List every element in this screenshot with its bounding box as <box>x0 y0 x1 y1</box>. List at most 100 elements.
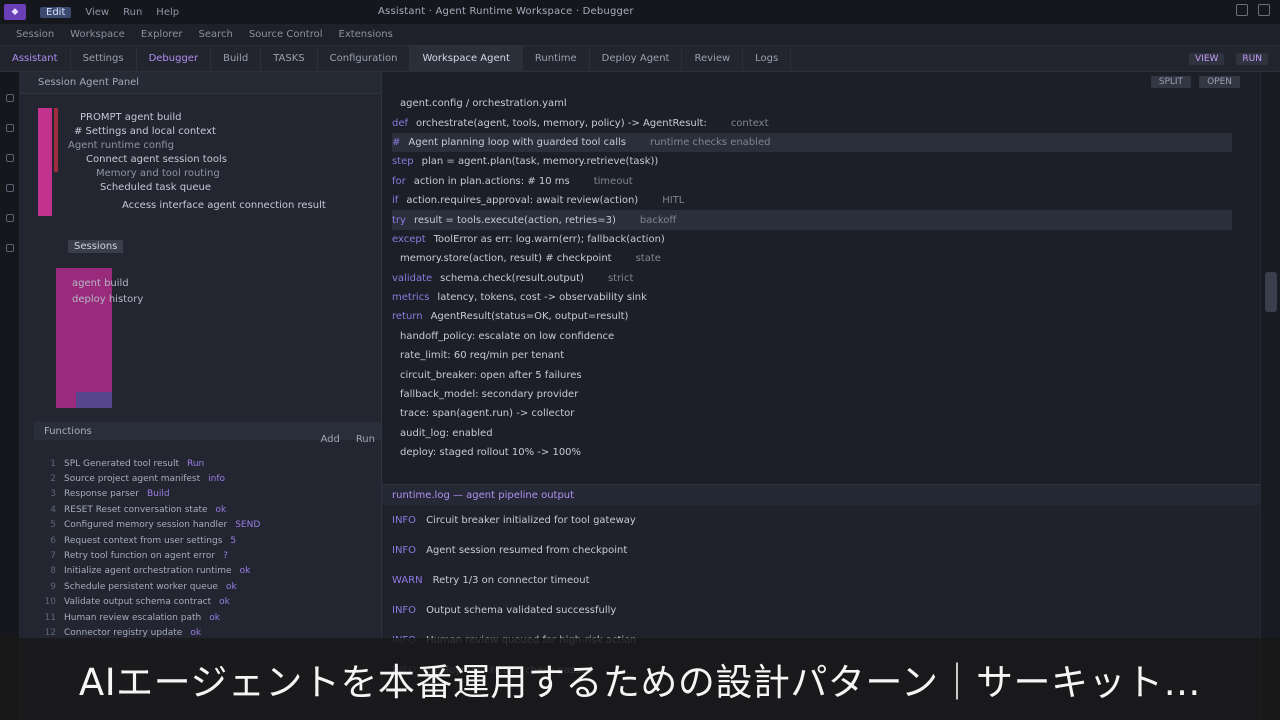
code-text: rate_limit: 60 req/min per tenant <box>400 350 565 362</box>
view-chip[interactable]: VIEW <box>1189 53 1225 65</box>
list-item[interactable]: 3 Response parser Build <box>34 487 378 502</box>
tab-10[interactable]: Logs <box>743 45 792 72</box>
minimize-icon[interactable] <box>1236 4 1248 16</box>
menu-edit[interactable]: Edit <box>40 6 72 18</box>
line-number: 5 <box>50 520 56 531</box>
code-line: fallback_model: secondary provider <box>392 385 1232 404</box>
code-block: PROMPT agent build # Settings and local … <box>38 108 381 216</box>
code-comment: backoff <box>639 214 677 226</box>
list-item[interactable]: 8 Initialize agent orchestration runtime o… <box>34 564 378 579</box>
keyword: def <box>392 117 409 129</box>
log-text: Output schema validated successfully <box>426 604 617 616</box>
function-list: 1 SPL Generated tool result Run 2 Source pro… <box>34 456 378 641</box>
tab-3[interactable]: Build <box>211 45 262 72</box>
list-item[interactable]: 2 Source project agent manifest info <box>34 471 378 486</box>
menu-help[interactable]: Help <box>156 7 179 18</box>
code-line: circuit_breaker: open after 5 failures <box>392 365 1232 384</box>
code-text: AgentResult(status=OK, output=result) <box>430 311 629 323</box>
search-icon[interactable] <box>5 124 14 132</box>
code-line: step plan = agent.plan(task, memory.retri… <box>392 152 1232 171</box>
tab-6[interactable]: Workspace Agent <box>410 45 523 72</box>
scroll-thumb[interactable] <box>1265 272 1277 312</box>
code-text: action in plan.actions: # 10 ms <box>413 175 570 187</box>
list-item-text: Validate output schema contract <box>64 597 212 608</box>
keyword: metrics <box>392 292 430 304</box>
code-text: deploy: staged rollout 10% -> 100% <box>400 447 582 459</box>
scrollbar[interactable] <box>1260 72 1280 720</box>
code-text: memory.store(action, result) # checkpoin… <box>400 253 612 265</box>
list-item-text: Connector registry update <box>64 627 183 638</box>
list-item[interactable]: 9 Schedule persistent worker queue ok <box>34 579 378 594</box>
toolbar-item[interactable]: Explorer <box>141 29 183 40</box>
line-number: 9 <box>50 581 56 592</box>
list-item[interactable]: 11 Human review escalation path ok <box>34 610 378 625</box>
run-chip[interactable]: RUN <box>1236 53 1268 65</box>
log-text: Retry 1/3 on connector timeout <box>432 574 590 586</box>
extensions-icon[interactable] <box>5 214 14 222</box>
code-text: trace: span(agent.run) -> collector <box>400 408 575 420</box>
code-line: except ToolError as err: log.warn(err); f… <box>392 230 1232 249</box>
tab-7[interactable]: Runtime <box>523 45 590 72</box>
tab-8[interactable]: Deploy Agent <box>590 45 683 72</box>
close-icon[interactable] <box>1258 4 1270 16</box>
keyword: return <box>392 311 423 323</box>
section-title[interactable]: Sessions <box>68 240 124 253</box>
code-text: ToolError as err: log.warn(err); fallbac… <box>433 233 665 245</box>
editor-area: SPLIT OPEN agent.config / orchestration.… <box>382 72 1260 720</box>
menu-run[interactable]: Run <box>123 7 142 18</box>
open-button[interactable]: OPEN <box>1199 76 1240 88</box>
files-icon[interactable] <box>5 94 14 102</box>
log-text: Agent session resumed from checkpoint <box>426 544 628 556</box>
title-bar: ◆ Edit View Run Help Assistant · Agent R… <box>0 0 1280 24</box>
code-line: trace: span(agent.run) -> collector <box>392 404 1232 423</box>
settings-icon[interactable] <box>5 244 14 252</box>
toolbar-item[interactable]: Session <box>16 29 54 40</box>
split-button[interactable]: SPLIT <box>1150 76 1192 88</box>
branch-icon[interactable] <box>5 154 14 162</box>
line-number: 11 <box>44 612 56 623</box>
tab-9[interactable]: Review <box>682 45 744 72</box>
line-number: 1 <box>50 458 56 469</box>
panel-header: Session Agent Panel <box>20 72 381 94</box>
line-number: 4 <box>50 504 56 515</box>
list-item[interactable]: 7 Retry tool function on agent error? <box>34 548 378 563</box>
list-item[interactable]: 10 Validate output schema contract ok <box>34 595 378 610</box>
add-button[interactable]: Add <box>320 434 339 445</box>
output-header: runtime.log — agent pipeline output <box>382 485 1260 505</box>
code-comment: HITL <box>662 195 685 207</box>
red-marker <box>54 108 58 172</box>
code-line: rate_limit: 60 req/min per tenant <box>392 346 1232 365</box>
toolbar-item[interactable]: Extensions <box>339 29 393 40</box>
keyword: if <box>392 195 399 207</box>
tab-4[interactable]: TASKS <box>261 45 318 72</box>
list-item[interactable]: 5 Configured memory session handler SEND <box>34 518 378 533</box>
list-item[interactable]: 4 RESET Reset conversation state ok <box>34 502 378 517</box>
app-icon[interactable]: ◆ <box>4 4 26 20</box>
line-number: 8 <box>50 566 56 577</box>
list-item[interactable]: 6 Request context from user settings 5 <box>34 533 378 548</box>
tab-1[interactable]: Settings <box>71 45 137 72</box>
code-text: schema.check(result.output) <box>440 272 584 284</box>
code-editor[interactable]: agent.config / orchestration.yaml def orch… <box>392 94 1232 462</box>
tab-actions: VIEW RUN <box>1189 46 1268 72</box>
tab-5[interactable]: Configuration <box>318 45 411 72</box>
toolbar-item[interactable]: Source Control <box>249 29 323 40</box>
log-line: INFO Agent session resumed from checkpoin… <box>392 535 1260 565</box>
list-item[interactable]: 1 SPL Generated tool result Run <box>34 456 378 471</box>
tab-2[interactable]: Debugger <box>137 45 212 72</box>
code-line: for action in plan.actions: # 10 ms timeou… <box>392 172 1232 191</box>
run-button[interactable]: Run <box>356 434 375 445</box>
toolbar-item[interactable]: Workspace <box>70 29 125 40</box>
tab-0[interactable]: Assistant <box>0 45 71 72</box>
list-item-text: Retry tool function on agent error <box>64 551 216 562</box>
block-label: deploy history <box>72 294 144 305</box>
debug-icon[interactable] <box>5 184 14 192</box>
menu-view[interactable]: View <box>85 7 109 18</box>
code-line: metrics latency, tokens, cost -> observab… <box>392 288 1232 307</box>
toolbar-item[interactable]: Search <box>198 29 232 40</box>
code-line: # Agent planning loop with guarded tool c… <box>392 132 1232 153</box>
code-line: deploy: staged rollout 10% -> 100% <box>392 443 1232 462</box>
code-text: audit_log: enabled <box>400 427 493 439</box>
preview-thumbnail <box>56 268 112 408</box>
log-level: WARN <box>392 574 423 586</box>
